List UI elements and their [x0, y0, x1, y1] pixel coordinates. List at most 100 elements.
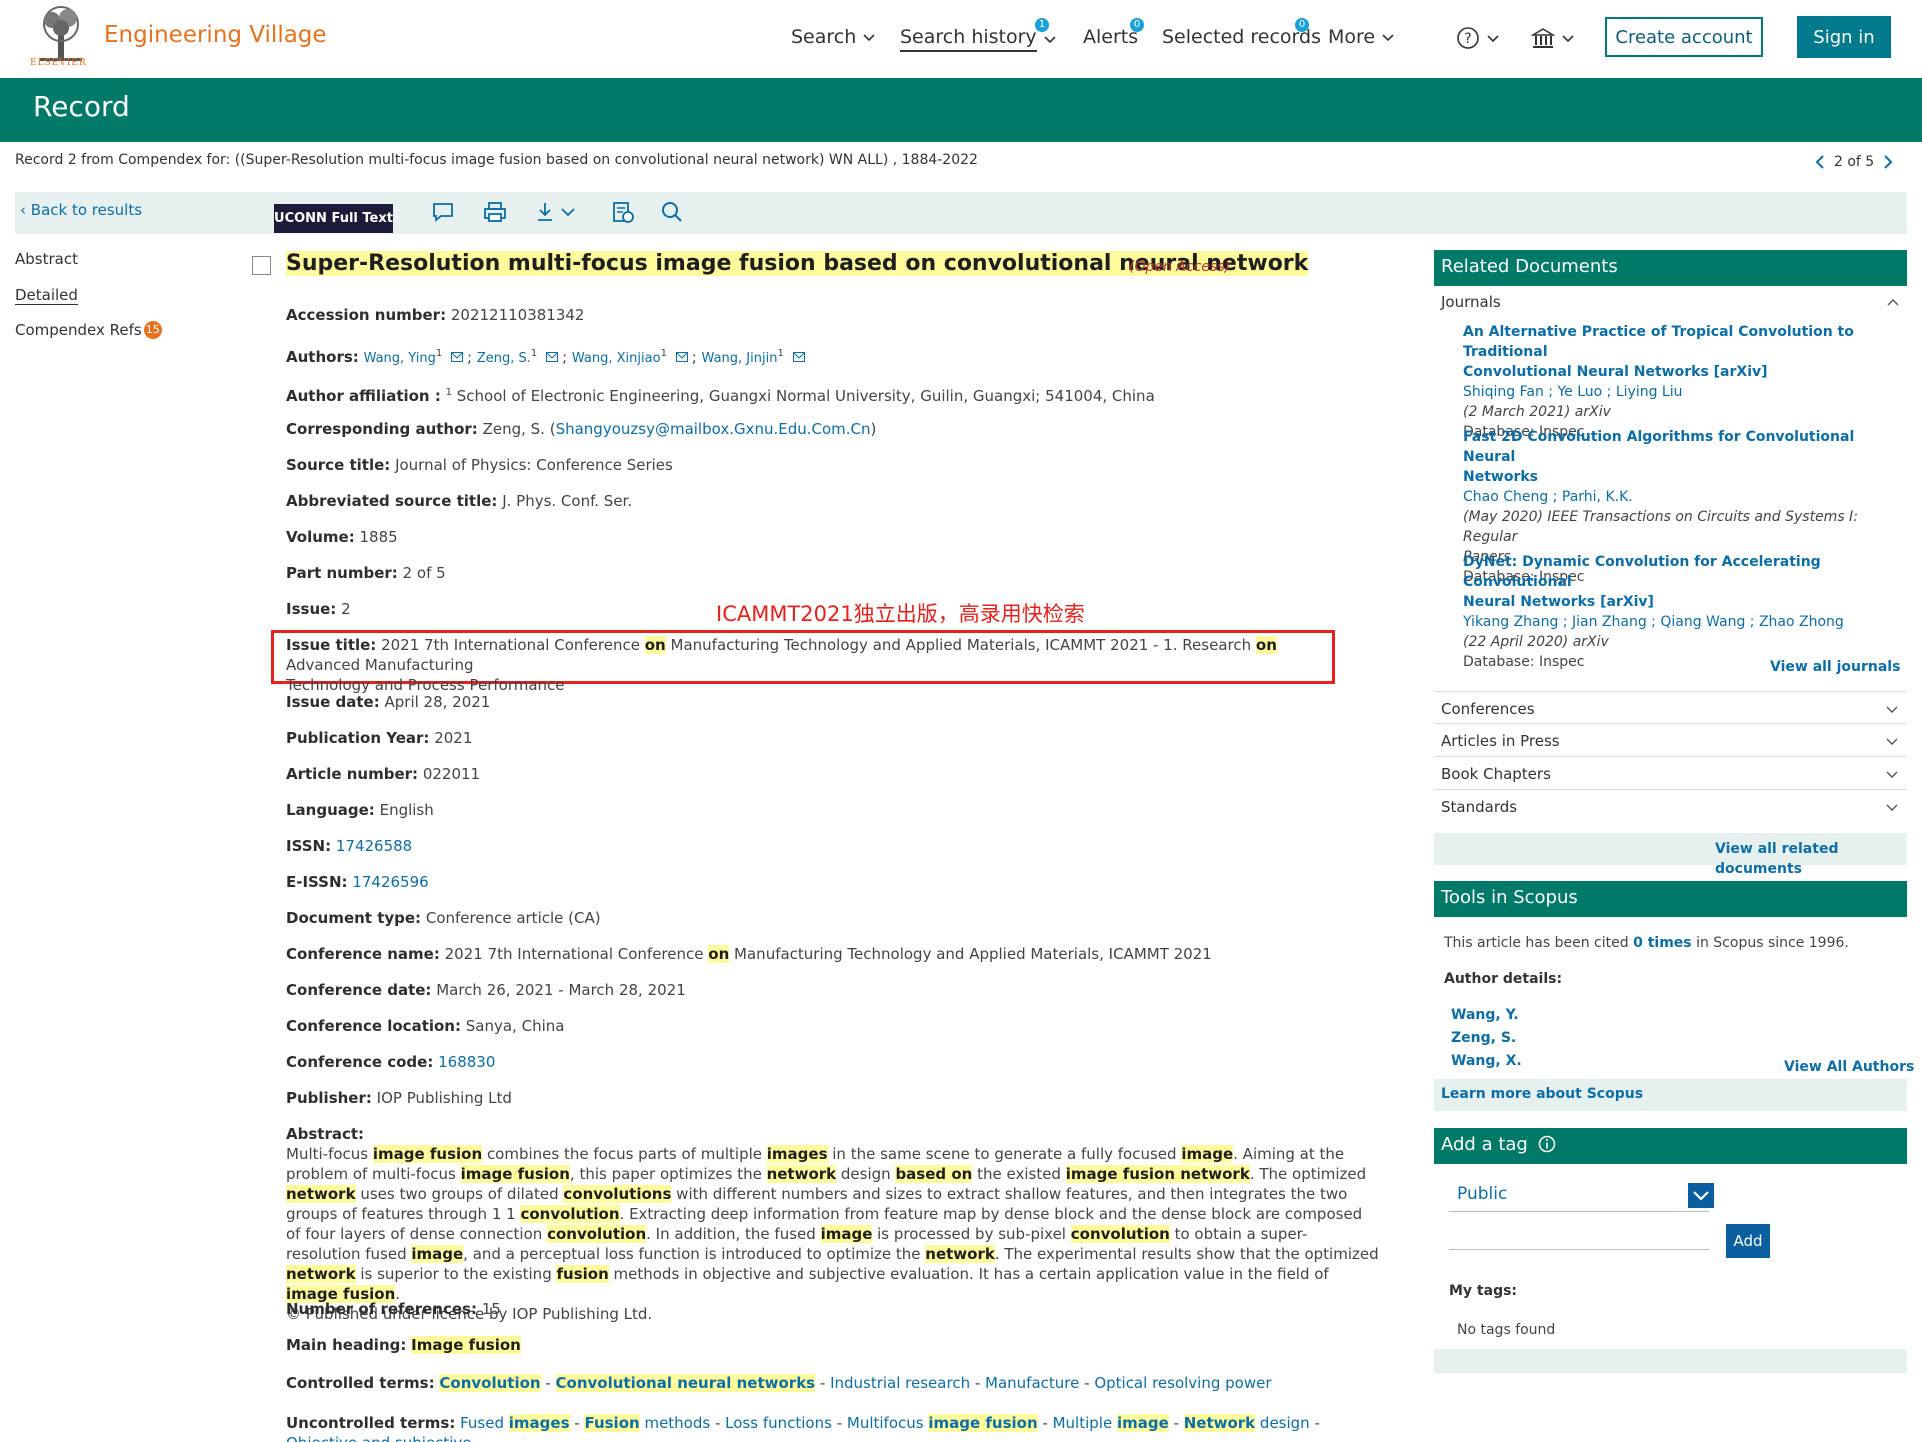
select-record-checkbox[interactable] — [252, 256, 271, 275]
issn-link[interactable]: 17426588 — [336, 837, 412, 855]
view-all-journals-link[interactable]: View all journals — [1770, 657, 1900, 677]
conf-code-link[interactable]: 168830 — [438, 1053, 495, 1071]
related-journal-authors[interactable]: Yikang Zhang ; Jian Zhang ; Qiang Wang ;… — [1463, 612, 1883, 632]
nav-selected-records[interactable]: Selected records 0 — [1162, 18, 1321, 48]
highlighted-term: image fusion — [372, 1145, 483, 1163]
info-icon[interactable] — [1538, 1135, 1556, 1153]
nav-search-label: Search — [791, 26, 857, 48]
related-journal-title[interactable]: Networks — [1463, 467, 1883, 487]
uncontrolled-term-link[interactable]: Multiple image — [1053, 1414, 1169, 1432]
view-all-authors-link[interactable]: View All Authors — [1784, 1057, 1914, 1077]
uconn-full-text-button[interactable]: UCONN Full Text — [274, 204, 393, 233]
add-tag-button[interactable]: Add — [1726, 1224, 1770, 1258]
scopus-author-link[interactable]: Wang, Y. — [1451, 1005, 1519, 1025]
nav-help[interactable]: ? — [1456, 26, 1500, 50]
email-icon[interactable] — [792, 352, 805, 362]
citation-export-icon[interactable] — [611, 200, 635, 224]
related-standards-section[interactable]: Standards — [1434, 790, 1907, 823]
scopus-author-link[interactable]: Zeng, S. — [1451, 1028, 1516, 1048]
related-journal-authors[interactable]: Shiqing Fan ; Ye Luo ; Liying Liu — [1463, 382, 1883, 402]
publisher-label: Publisher: — [286, 1089, 372, 1107]
uncontrolled-term-link[interactable]: Fused images — [460, 1414, 570, 1432]
controlled-term-link[interactable]: Industrial research — [830, 1374, 970, 1392]
controlled-term-link[interactable]: Manufacture — [985, 1374, 1079, 1392]
rail-compendex-refs-link[interactable]: Compendex Refs 15 — [15, 321, 162, 339]
email-icon[interactable] — [675, 352, 688, 362]
rail-abstract-link[interactable]: Abstract — [15, 250, 78, 268]
email-icon[interactable] — [546, 352, 559, 362]
tag-visibility-select[interactable]: Public — [1449, 1179, 1709, 1212]
uncontrolled-term-link[interactable]: Fusion methods — [584, 1414, 710, 1432]
comment-icon[interactable] — [431, 200, 455, 224]
controlled-term-link[interactable]: Optical resolving power — [1094, 1374, 1271, 1392]
chevron-right-icon[interactable] — [1882, 154, 1894, 170]
issue-date-value: April 28, 2021 — [384, 693, 491, 711]
email-icon[interactable] — [451, 352, 464, 362]
eissn-link[interactable]: 17426596 — [352, 873, 428, 891]
controlled-term-link[interactable]: Convolutional neural networks — [555, 1374, 816, 1392]
chevron-left-icon[interactable] — [1814, 154, 1826, 170]
nav-search[interactable]: Search — [791, 26, 876, 48]
related-book-chapters-section[interactable]: Book Chapters — [1434, 757, 1907, 790]
sign-in-button[interactable]: Sign in — [1797, 16, 1891, 58]
scopus-cited-line: This article has been cited 0 times in S… — [1444, 933, 1849, 953]
highlighted-term: Fusion — [584, 1414, 640, 1432]
nav-search-history[interactable]: Search history 1 — [900, 18, 1057, 52]
open-access-label: Open Access — [1134, 259, 1225, 275]
uncontrolled-term-link[interactable]: Objective and subjective — [286, 1434, 472, 1442]
author-link[interactable]: Wang, Ying — [364, 351, 436, 366]
highlighted-term: Convolution — [439, 1374, 541, 1392]
highlighted-term: network — [286, 1185, 356, 1203]
issue-title-part: Advanced Manufacturing — [286, 656, 474, 674]
highlighted-term: images — [508, 1414, 570, 1432]
back-to-results-link[interactable]: ‹ Back to results — [20, 201, 142, 219]
related-conferences-section[interactable]: Conferences — [1434, 691, 1907, 724]
corresponding-value: Zeng, S. — [482, 420, 545, 438]
related-journal-title[interactable]: An Alternative Practice of Tropical Conv… — [1463, 322, 1883, 362]
related-journal-title[interactable]: Convolutional Neural Networks [arXiv] — [1463, 362, 1883, 382]
scopus-cited-text: This article has been cited — [1444, 935, 1629, 951]
view-all-related-documents-link[interactable]: View all related documents — [1715, 839, 1922, 879]
related-journal-title[interactable]: Fast 2D Convolution Algorithms for Convo… — [1463, 427, 1883, 467]
author-link[interactable]: Wang, Jinjin — [702, 351, 778, 366]
scopus-author-link[interactable]: Wang, X. — [1451, 1051, 1522, 1071]
learn-more-scopus-link[interactable]: Learn more about Scopus — [1441, 1084, 1643, 1104]
search-icon[interactable] — [660, 200, 684, 224]
uncontrolled-term-link[interactable]: Network design — [1183, 1414, 1310, 1432]
issue-label: Issue: — [286, 600, 337, 618]
related-journal-title[interactable]: Neural Networks [arXiv] — [1463, 592, 1883, 612]
nav-more[interactable]: More — [1328, 26, 1395, 48]
rail-detailed-link[interactable]: Detailed — [15, 286, 78, 305]
text-segment: . The experimental results show that the… — [994, 1245, 1379, 1263]
uncontrolled-label: Uncontrolled terms: — [286, 1414, 456, 1432]
scopus-cited-link[interactable]: 0 times — [1633, 935, 1692, 951]
tag-select-dropdown-button[interactable] — [1688, 1183, 1714, 1208]
nav-institution[interactable] — [1531, 26, 1575, 50]
add-tag-footer — [1434, 1349, 1907, 1373]
create-account-button[interactable]: Create account — [1605, 17, 1763, 57]
eissn-field: E-ISSN: 17426596 — [286, 872, 1386, 892]
nav-alerts[interactable]: Alerts 0 — [1083, 18, 1144, 48]
tag-input[interactable] — [1449, 1222, 1709, 1250]
chevron-left-icon: ‹ — [20, 201, 31, 219]
highlighted-term: convolution — [520, 1205, 620, 1223]
related-journal-title[interactable]: DyNet: Dynamic Convolution for Accelerat… — [1463, 552, 1883, 592]
author-link[interactable]: Zeng, S. — [477, 351, 531, 366]
corresponding-email-link[interactable]: Shangyouzsy@mailbox.Gxnu.Edu.Com.Cn — [556, 420, 871, 438]
controlled-term-link[interactable]: Convolution — [439, 1374, 541, 1392]
download-icon[interactable] — [535, 200, 579, 224]
chevron-down-icon — [1886, 738, 1898, 745]
brand-title[interactable]: Engineering Village — [104, 22, 327, 48]
top-header: ELSEVIER Engineering Village Search Sear… — [0, 0, 1922, 78]
print-icon[interactable] — [483, 200, 507, 224]
highlighted-term: image fusion network — [1065, 1165, 1250, 1183]
related-journal-authors[interactable]: Chao Cheng ; Parhi, K.K. — [1463, 487, 1883, 507]
chevron-up-icon[interactable] — [1886, 296, 1900, 310]
uncontrolled-term-link[interactable]: Loss functions — [725, 1414, 832, 1432]
selected-count-badge: 0 — [1295, 18, 1309, 32]
author-link[interactable]: Wang, Xinjiao — [572, 351, 661, 366]
article-label: Article number: — [286, 765, 419, 783]
related-articles-in-press-section[interactable]: Articles in Press — [1434, 724, 1907, 757]
journals-section-label[interactable]: Journals — [1441, 292, 1501, 312]
uncontrolled-term-link[interactable]: Multifocus image fusion — [847, 1414, 1038, 1432]
